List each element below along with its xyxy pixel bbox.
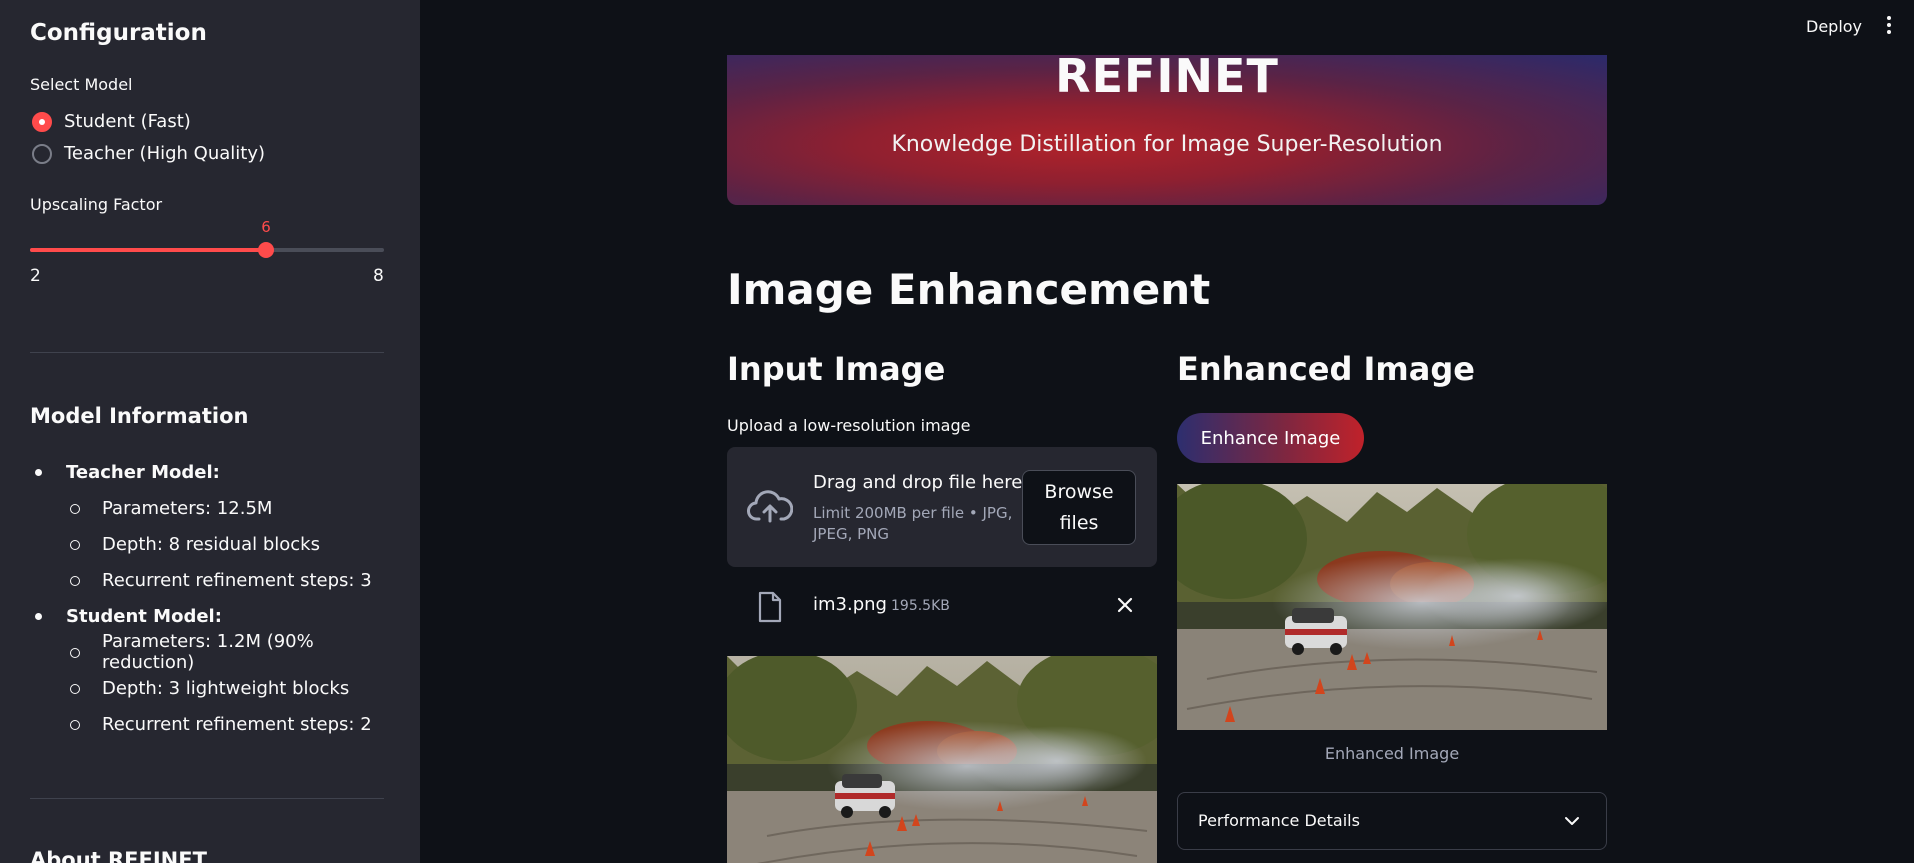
enhanced-image-caption: Enhanced Image [1324,744,1460,763]
upscaling-factor-label: Upscaling Factor [30,195,163,214]
sidebar-title: Configuration [30,20,207,46]
enhanced-image [1177,484,1607,730]
slider-min: 2 [30,266,41,286]
radio-student[interactable]: Student (Fast) [32,111,191,132]
radio-student-label: Student (Fast) [64,111,191,132]
cloud-upload-icon [747,490,793,523]
dropzone-text: Drag and drop file here [813,472,1023,493]
banner-title: REFINET [1055,49,1279,103]
enhanced-heading: Enhanced Image [1177,350,1475,388]
list-item: Parameters: 12.5M [30,490,410,526]
hero-banner: REFINET Knowledge Distillation for Image… [727,49,1607,205]
enhance-image-button[interactable]: Enhance Image [1177,413,1364,463]
about-title: About REFINET [30,848,207,863]
list-item: Recurrent refinement steps: 2 [30,706,410,742]
list-item: Depth: 3 lightweight blocks [30,670,410,706]
input-heading: Input Image [727,350,946,388]
browse-files-button[interactable]: Browse files [1022,470,1136,545]
radio-teacher[interactable]: Teacher (High Quality) [32,143,265,164]
close-icon[interactable] [1115,595,1135,615]
file-size: 195.5KB [891,598,950,614]
radio-selected-icon[interactable] [32,111,52,132]
performance-details-label: Performance Details [1198,811,1360,830]
file-icon [758,591,782,623]
list-item: Depth: 8 residual blocks [30,526,410,562]
slider-value: 6 [261,218,271,236]
dropzone-limit: Limit 200MB per file • JPG, JPEG, PNG [813,504,1013,543]
list-item: Teacher Model: [30,454,410,490]
list-item: Parameters: 1.2M (90% reduction) [30,631,410,673]
divider [30,798,384,799]
uploaded-file: im3.png 195.5KB [727,585,1157,629]
chevron-down-icon [1565,817,1579,825]
model-info-list: Teacher Model: Parameters: 12.5M Depth: … [30,454,410,742]
page-title: Image Enhancement [727,265,1211,314]
banner-subtitle: Knowledge Distillation for Image Super-R… [891,132,1443,157]
sidebar: Configuration Select Model Student (Fast… [0,0,420,863]
file-name: im3.png [813,594,887,615]
radio-teacher-label: Teacher (High Quality) [64,143,265,164]
model-info-title: Model Information [30,404,249,428]
slider-fill [30,248,266,252]
file-dropzone[interactable]: Drag and drop file here Limit 200MB per … [727,447,1157,567]
upscaling-slider[interactable] [30,242,384,258]
more-menu-icon[interactable] [1886,16,1892,36]
input-image [727,656,1157,863]
radio-unselected-icon[interactable] [32,143,52,164]
slider-max: 8 [373,266,384,286]
deploy-button[interactable]: Deploy [1806,17,1862,36]
performance-details-expander[interactable]: Performance Details [1177,792,1607,850]
slider-thumb[interactable] [258,242,274,258]
upload-label: Upload a low-resolution image [727,416,971,435]
list-item: Recurrent refinement steps: 3 [30,562,410,598]
divider [30,352,384,353]
list-item: Student Model: [30,598,410,634]
select-model-label: Select Model [30,75,133,94]
